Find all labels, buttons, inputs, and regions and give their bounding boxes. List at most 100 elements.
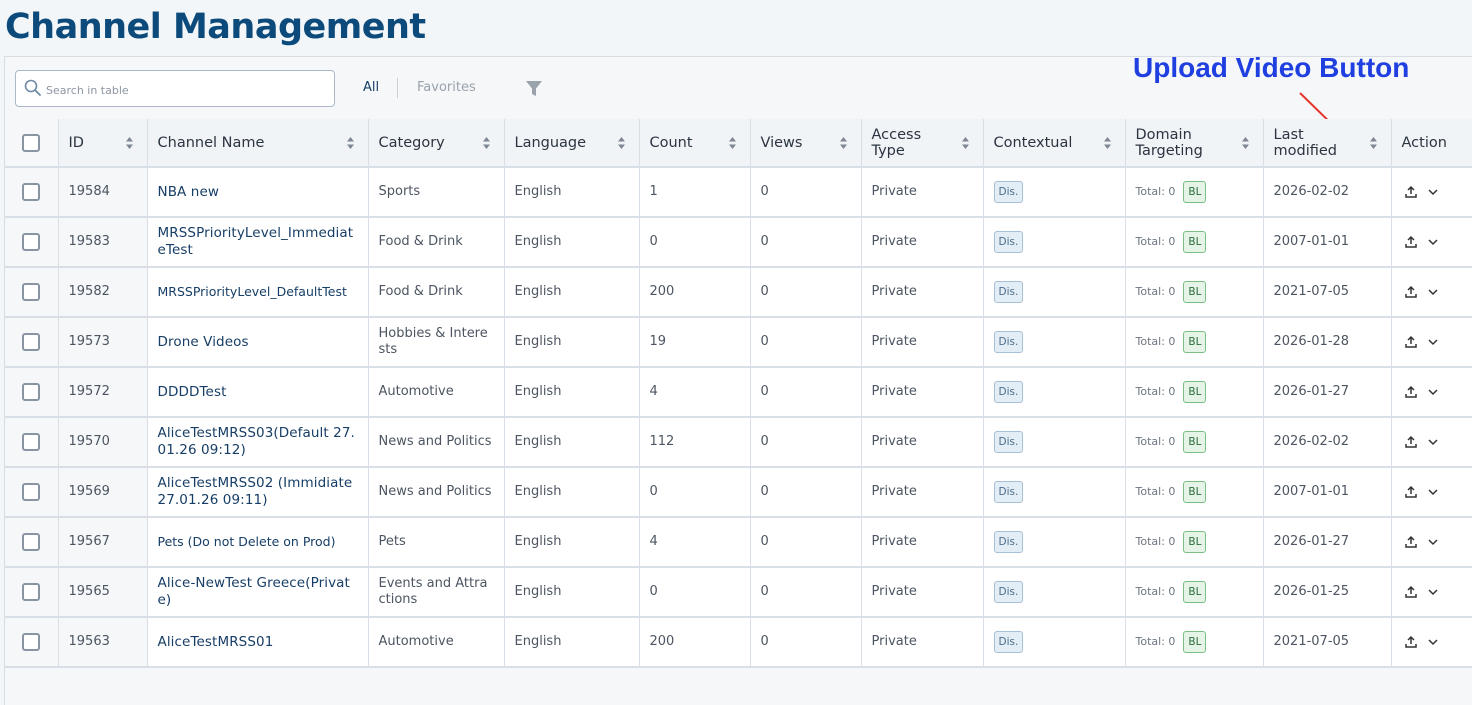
domain-total: Total: 0 bbox=[1135, 285, 1176, 298]
channel-name-link[interactable]: AliceTestMRSS01 bbox=[158, 634, 274, 650]
row-checkbox[interactable] bbox=[22, 383, 41, 401]
count: 0 bbox=[639, 467, 751, 518]
channel-id: 19569 bbox=[58, 467, 148, 518]
upload-icon[interactable] bbox=[1404, 185, 1418, 199]
channel-name-link[interactable]: MRSSPriorityLevel_DefaultTest bbox=[158, 284, 347, 299]
category: Pets bbox=[368, 517, 505, 568]
upload-icon[interactable] bbox=[1404, 585, 1418, 599]
row-checkbox[interactable] bbox=[22, 333, 41, 351]
channel-name-link[interactable]: Pets (Do not Delete on Prod) bbox=[158, 534, 336, 549]
column-header-id[interactable]: ID bbox=[58, 119, 148, 168]
blocklist-badge: BL bbox=[1183, 281, 1207, 303]
domain-targeting-cell: Total: 0 BL bbox=[1125, 467, 1264, 518]
filter-favorites-tab[interactable]: Favorites bbox=[417, 80, 476, 95]
sort-icon[interactable] bbox=[728, 137, 736, 149]
domain-total: Total: 0 bbox=[1135, 585, 1176, 598]
search-input[interactable] bbox=[46, 79, 326, 101]
row-checkbox[interactable] bbox=[22, 233, 41, 251]
chevron-down-icon[interactable] bbox=[1426, 435, 1440, 449]
table-header-row: ID Channel Name Category Language Count … bbox=[5, 119, 1472, 168]
blocklist-badge: BL bbox=[1183, 531, 1207, 553]
channel-name-link[interactable]: DDDDTest bbox=[158, 384, 227, 400]
count: 0 bbox=[639, 217, 751, 268]
chevron-down-icon[interactable] bbox=[1426, 235, 1440, 249]
upload-icon[interactable] bbox=[1404, 535, 1418, 549]
table-row: 19572 DDDDTest Automotive English 4 0 Pr… bbox=[5, 367, 1472, 418]
row-checkbox[interactable] bbox=[22, 633, 41, 651]
sort-icon[interactable] bbox=[1103, 137, 1111, 149]
channel-name-link[interactable]: AliceTestMRSS02 (Immidiate 27.01.26 09:1… bbox=[158, 475, 353, 508]
sort-icon[interactable] bbox=[961, 137, 969, 149]
row-checkbox[interactable] bbox=[22, 433, 41, 451]
channel-name-link[interactable]: AliceTestMRSS03(Default 27.01.26 09:12) bbox=[158, 425, 355, 458]
last-modified: 2026-01-25 bbox=[1263, 567, 1392, 618]
upload-icon[interactable] bbox=[1404, 285, 1418, 299]
domain-total: Total: 0 bbox=[1135, 435, 1176, 448]
channel-name-cell: Drone Videos bbox=[147, 317, 369, 368]
sort-icon[interactable] bbox=[482, 137, 490, 149]
domain-total: Total: 0 bbox=[1135, 535, 1176, 548]
row-checkbox[interactable] bbox=[22, 583, 41, 601]
upload-icon[interactable] bbox=[1404, 485, 1418, 499]
channel-name-link[interactable]: MRSSPriorityLevel_ImmediateTest bbox=[158, 225, 354, 258]
chevron-down-icon[interactable] bbox=[1426, 285, 1440, 299]
table-row: 19569 AliceTestMRSS02 (Immidiate 27.01.2… bbox=[5, 467, 1472, 518]
column-header-category[interactable]: Category bbox=[368, 119, 505, 168]
chevron-down-icon[interactable] bbox=[1426, 635, 1440, 649]
sort-icon[interactable] bbox=[125, 137, 133, 149]
language: English bbox=[504, 467, 640, 518]
channel-name-link[interactable]: Alice-NewTest Greece(Private) bbox=[158, 575, 350, 608]
column-header-contextual[interactable]: Contextual bbox=[983, 119, 1126, 168]
chevron-down-icon[interactable] bbox=[1426, 385, 1440, 399]
language: English bbox=[504, 417, 640, 468]
channel-name-cell: AliceTestMRSS02 (Immidiate 27.01.26 09:1… bbox=[147, 467, 369, 518]
sort-icon[interactable] bbox=[1369, 137, 1377, 149]
domain-targeting-cell: Total: 0 BL bbox=[1125, 417, 1264, 468]
row-checkbox[interactable] bbox=[22, 283, 41, 301]
chevron-down-icon[interactable] bbox=[1426, 585, 1440, 599]
upload-icon[interactable] bbox=[1404, 385, 1418, 399]
contextual-cell: Dis. bbox=[983, 417, 1126, 468]
last-modified: 2021-07-05 bbox=[1263, 267, 1392, 318]
upload-icon[interactable] bbox=[1404, 635, 1418, 649]
column-header-count[interactable]: Count bbox=[639, 119, 751, 168]
views: 0 bbox=[750, 167, 862, 218]
row-checkbox[interactable] bbox=[22, 483, 41, 501]
filter-divider bbox=[397, 78, 398, 98]
channel-name-link[interactable]: NBA new bbox=[158, 184, 220, 200]
column-header-domain-targeting[interactable]: Domain Targeting bbox=[1125, 119, 1264, 168]
row-checkbox[interactable] bbox=[22, 533, 41, 551]
filter-all-tab[interactable]: All bbox=[363, 80, 379, 95]
chevron-down-icon[interactable] bbox=[1426, 485, 1440, 499]
views: 0 bbox=[750, 317, 862, 368]
row-checkbox[interactable] bbox=[22, 183, 41, 201]
contextual-badge: Dis. bbox=[993, 181, 1024, 203]
column-header-views[interactable]: Views bbox=[750, 119, 862, 168]
row-select-cell bbox=[5, 167, 59, 218]
sort-icon[interactable] bbox=[617, 137, 625, 149]
column-header-last-modified[interactable]: Last modified bbox=[1263, 119, 1392, 168]
channel-name-link[interactable]: Drone Videos bbox=[158, 334, 249, 350]
table-row: 19573 Drone Videos Hobbies & Interests E… bbox=[5, 317, 1472, 368]
sort-icon[interactable] bbox=[839, 137, 847, 149]
select-all-checkbox[interactable] bbox=[22, 133, 41, 152]
upload-video-annotation: Upload Video Button bbox=[1133, 52, 1410, 83]
funnel-icon[interactable] bbox=[525, 80, 543, 98]
column-header-channel-name[interactable]: Channel Name bbox=[147, 119, 369, 168]
column-header-access-type[interactable]: Access Type bbox=[861, 119, 984, 168]
chevron-down-icon[interactable] bbox=[1426, 185, 1440, 199]
sort-icon[interactable] bbox=[346, 137, 354, 149]
search-box[interactable] bbox=[15, 70, 335, 107]
action-cell bbox=[1391, 317, 1472, 368]
access-type: Private bbox=[861, 317, 984, 368]
upload-icon[interactable] bbox=[1404, 435, 1418, 449]
upload-icon[interactable] bbox=[1404, 335, 1418, 349]
column-header-language[interactable]: Language bbox=[504, 119, 640, 168]
upload-icon[interactable] bbox=[1404, 235, 1418, 249]
action-cell bbox=[1391, 267, 1472, 318]
count: 200 bbox=[639, 267, 751, 318]
chevron-down-icon[interactable] bbox=[1426, 535, 1440, 549]
chevron-down-icon[interactable] bbox=[1426, 335, 1440, 349]
sort-icon[interactable] bbox=[1241, 137, 1249, 149]
action-cell bbox=[1391, 467, 1472, 518]
